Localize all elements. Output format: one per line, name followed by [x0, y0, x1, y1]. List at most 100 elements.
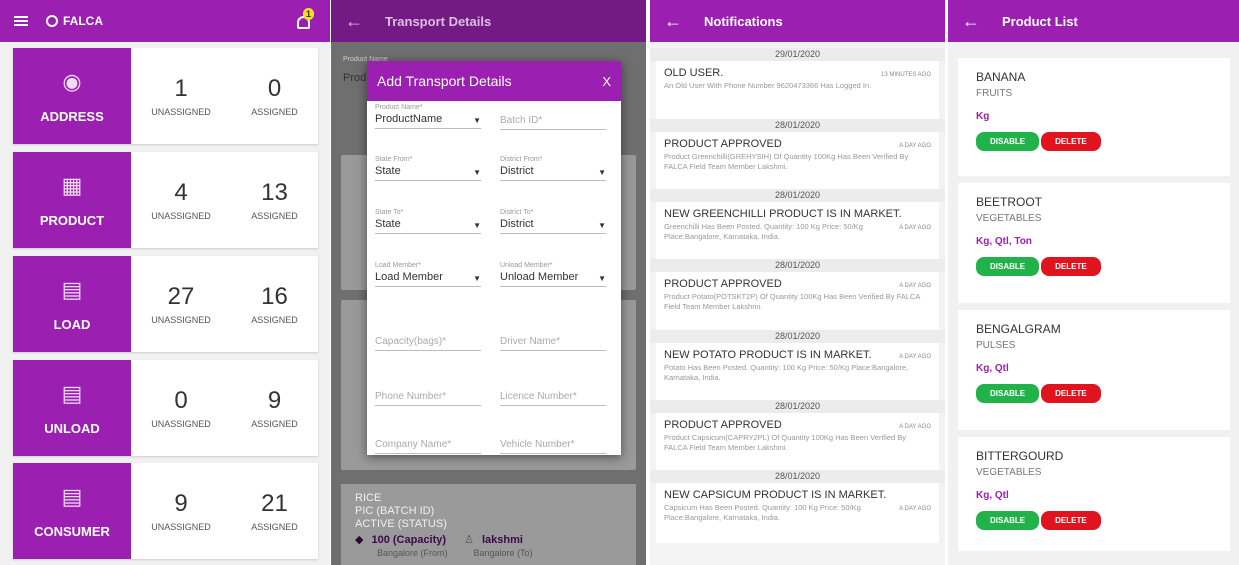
notification-title: PRODUCT APPROVED	[664, 419, 782, 431]
field-placeholder: Driver Name*	[500, 336, 561, 347]
product-category: VEGETABLES	[976, 467, 1042, 478]
card-title: ADDRESS	[40, 108, 104, 124]
date-header: 29/01/2020	[650, 48, 945, 61]
batch-id: PIC (BATCH ID)	[355, 505, 435, 517]
dashboard-card-product[interactable]: ▦ PRODUCT 4 UNASSIGNED 13 ASSIGNED	[13, 152, 318, 248]
notification-time: A DAY AGO	[899, 506, 931, 512]
driver-name-input[interactable]: Driver Name*	[500, 333, 606, 351]
notification-title: NEW CAPSICUM PRODUCT IS IN MARKET.	[664, 489, 887, 501]
unassigned-count: 4	[174, 179, 188, 206]
product-name: BITTERGOURD	[976, 449, 1064, 463]
notification-body: An Old User With Phone Number 9620473366…	[664, 81, 872, 90]
field-placeholder: Batch ID*	[500, 115, 543, 126]
date-header: 28/01/2020	[650, 189, 945, 202]
notification-title: OLD USER.	[664, 67, 724, 79]
field-value: District	[500, 218, 534, 230]
dashboard-screen: FALCA 1 ◉ ADDRESS 1 UNASSIGNED 0 ASSIGNED ▦…	[0, 0, 330, 565]
dashboard-card-load[interactable]: ▤ LOAD 27 UNASSIGNED 16 ASSIGNED	[13, 256, 318, 352]
assigned-label: ASSIGNED	[251, 211, 298, 221]
field-value: District	[500, 165, 534, 177]
notification-body: Product Capsicum(CAPRY2PL) Of Quantity 1…	[664, 433, 907, 452]
field-placeholder: Phone Number*	[375, 391, 447, 402]
unassigned-count: 0	[174, 387, 188, 414]
notification-list: 29/01/2020 OLD USER. 13 MINUTES AGO An Ol…	[650, 42, 945, 543]
screen-title: Transport Details	[385, 13, 492, 29]
grain-icon: ▦	[61, 172, 83, 198]
unload-member-select[interactable]: Unload Member* Unload Member ▼	[500, 262, 606, 287]
dropdown-caret-icon: ▼	[473, 221, 481, 230]
clipboard-icon: ▤	[61, 380, 83, 406]
product-category: FRUITS	[976, 88, 1013, 99]
phone-number-input[interactable]: Phone Number*	[375, 388, 481, 406]
product-units: Kg, Qtl, Ton	[976, 236, 1032, 247]
unassigned-label: UNASSIGNED	[151, 315, 211, 325]
product-list-screen: ← Product List BANANA FRUITS Kg DISABLE …	[948, 0, 1239, 565]
card-title: LOAD	[53, 316, 91, 332]
vehicle-number-input[interactable]: Vehicle Number*	[500, 436, 606, 454]
company-name-input[interactable]: Company Name*	[375, 436, 481, 454]
screen-title: Product List	[1002, 13, 1078, 29]
menu-icon[interactable]	[14, 16, 28, 26]
notification-item[interactable]: NEW POTATO PRODUCT IS IN MARKET. A DAY AG…	[656, 343, 939, 400]
capacity-value: 100 (Capacity)	[371, 533, 447, 546]
notification-item[interactable]: NEW GREENCHILLI PRODUCT IS IN MARKET. Gr…	[656, 202, 939, 259]
delete-button[interactable]: DELETE	[1041, 132, 1101, 151]
assigned-count: 13	[261, 179, 288, 206]
notification-item[interactable]: PRODUCT APPROVED A DAY AGO Product Potato…	[656, 272, 939, 330]
dashboard-card-unload[interactable]: ▤ UNLOAD 0 UNASSIGNED 9 ASSIGNED	[13, 360, 318, 456]
unassigned-count: 27	[167, 283, 195, 310]
batch-id-input[interactable]: Batch ID*	[500, 112, 606, 130]
transport-app-bar: ← Transport Details	[331, 0, 646, 42]
product-name: BENGALGRAM	[976, 322, 1061, 336]
state-from-select[interactable]: State From* State ▼	[375, 156, 481, 181]
dropdown-caret-icon: ▼	[473, 274, 481, 283]
notification-item[interactable]: NEW CAPSICUM PRODUCT IS IN MARKET. Capsi…	[656, 483, 939, 543]
state-to-select[interactable]: State To* State ▼	[375, 209, 481, 234]
field-placeholder: Licence Number*	[500, 391, 577, 402]
capacity-input[interactable]: Capacity(bags)*	[375, 333, 481, 351]
licence-number-input[interactable]: Licence Number*	[500, 388, 606, 406]
assigned-label: ASSIGNED	[251, 107, 298, 117]
delete-button[interactable]: DELETE	[1041, 257, 1101, 276]
notification-item[interactable]: PRODUCT APPROVED A DAY AGO Product Greenc…	[656, 132, 939, 189]
delete-button[interactable]: DELETE	[1041, 384, 1101, 403]
disable-button[interactable]: DISABLE	[976, 257, 1040, 276]
notification-time: A DAY AGO	[899, 225, 931, 231]
back-arrow-icon[interactable]: ←	[664, 11, 682, 32]
field-value: ProductName	[375, 113, 443, 125]
field-placeholder: Vehicle Number*	[500, 439, 575, 450]
disable-button[interactable]: DISABLE	[976, 384, 1040, 403]
unassigned-count: 1	[174, 75, 188, 102]
product-units: Kg	[976, 111, 990, 122]
notifications-button[interactable]: 1	[294, 8, 316, 32]
load-member-select[interactable]: Load Member* Load Member ▼	[375, 262, 481, 287]
back-arrow-icon[interactable]: ←	[962, 11, 980, 32]
notification-item[interactable]: OLD USER. 13 MINUTES AGO An Old User With…	[656, 61, 939, 119]
date-header: 28/01/2020	[650, 119, 945, 132]
back-arrow-icon[interactable]: ←	[345, 11, 363, 32]
district-to-select[interactable]: District To* District ▼	[500, 209, 606, 234]
assigned-count: 21	[261, 490, 288, 517]
date-header: 28/01/2020	[650, 470, 945, 483]
bg-field-value: Prod	[343, 72, 367, 84]
dashboard-card-address[interactable]: ◉ ADDRESS 1 UNASSIGNED 0 ASSIGNED	[13, 48, 318, 144]
brand: FALCA	[46, 14, 103, 28]
transport-card-rice[interactable]: RICE PIC (BATCH ID) ACTIVE (STATUS) ◆ 10…	[341, 484, 636, 565]
falca-logo-icon	[46, 15, 58, 27]
disable-button[interactable]: DISABLE	[976, 511, 1040, 530]
disable-button[interactable]: DISABLE	[976, 132, 1040, 151]
dropdown-caret-icon: ▼	[598, 221, 606, 230]
delete-button[interactable]: DELETE	[1041, 511, 1101, 530]
card-title: PRODUCT	[39, 212, 105, 228]
product-name-select[interactable]: Product Name* ProductName ▼	[375, 104, 481, 129]
assigned-label: ASSIGNED	[251, 315, 298, 325]
product-list-app-bar: ← Product List	[948, 0, 1239, 42]
status: ACTIVE (STATUS)	[355, 518, 447, 530]
dashboard-card-consumer[interactable]: ▤ CONSUMER 9 UNASSIGNED 21 ASSIGNED	[13, 463, 318, 559]
district-from-select[interactable]: District From* District ▼	[500, 156, 606, 181]
close-icon[interactable]: X	[602, 74, 611, 89]
notification-time: A DAY AGO	[899, 283, 931, 289]
screen-title: Notifications	[704, 13, 783, 29]
field-placeholder: Company Name*	[375, 439, 452, 450]
notification-item[interactable]: PRODUCT APPROVED A DAY AGO Product Capsic…	[656, 413, 939, 470]
